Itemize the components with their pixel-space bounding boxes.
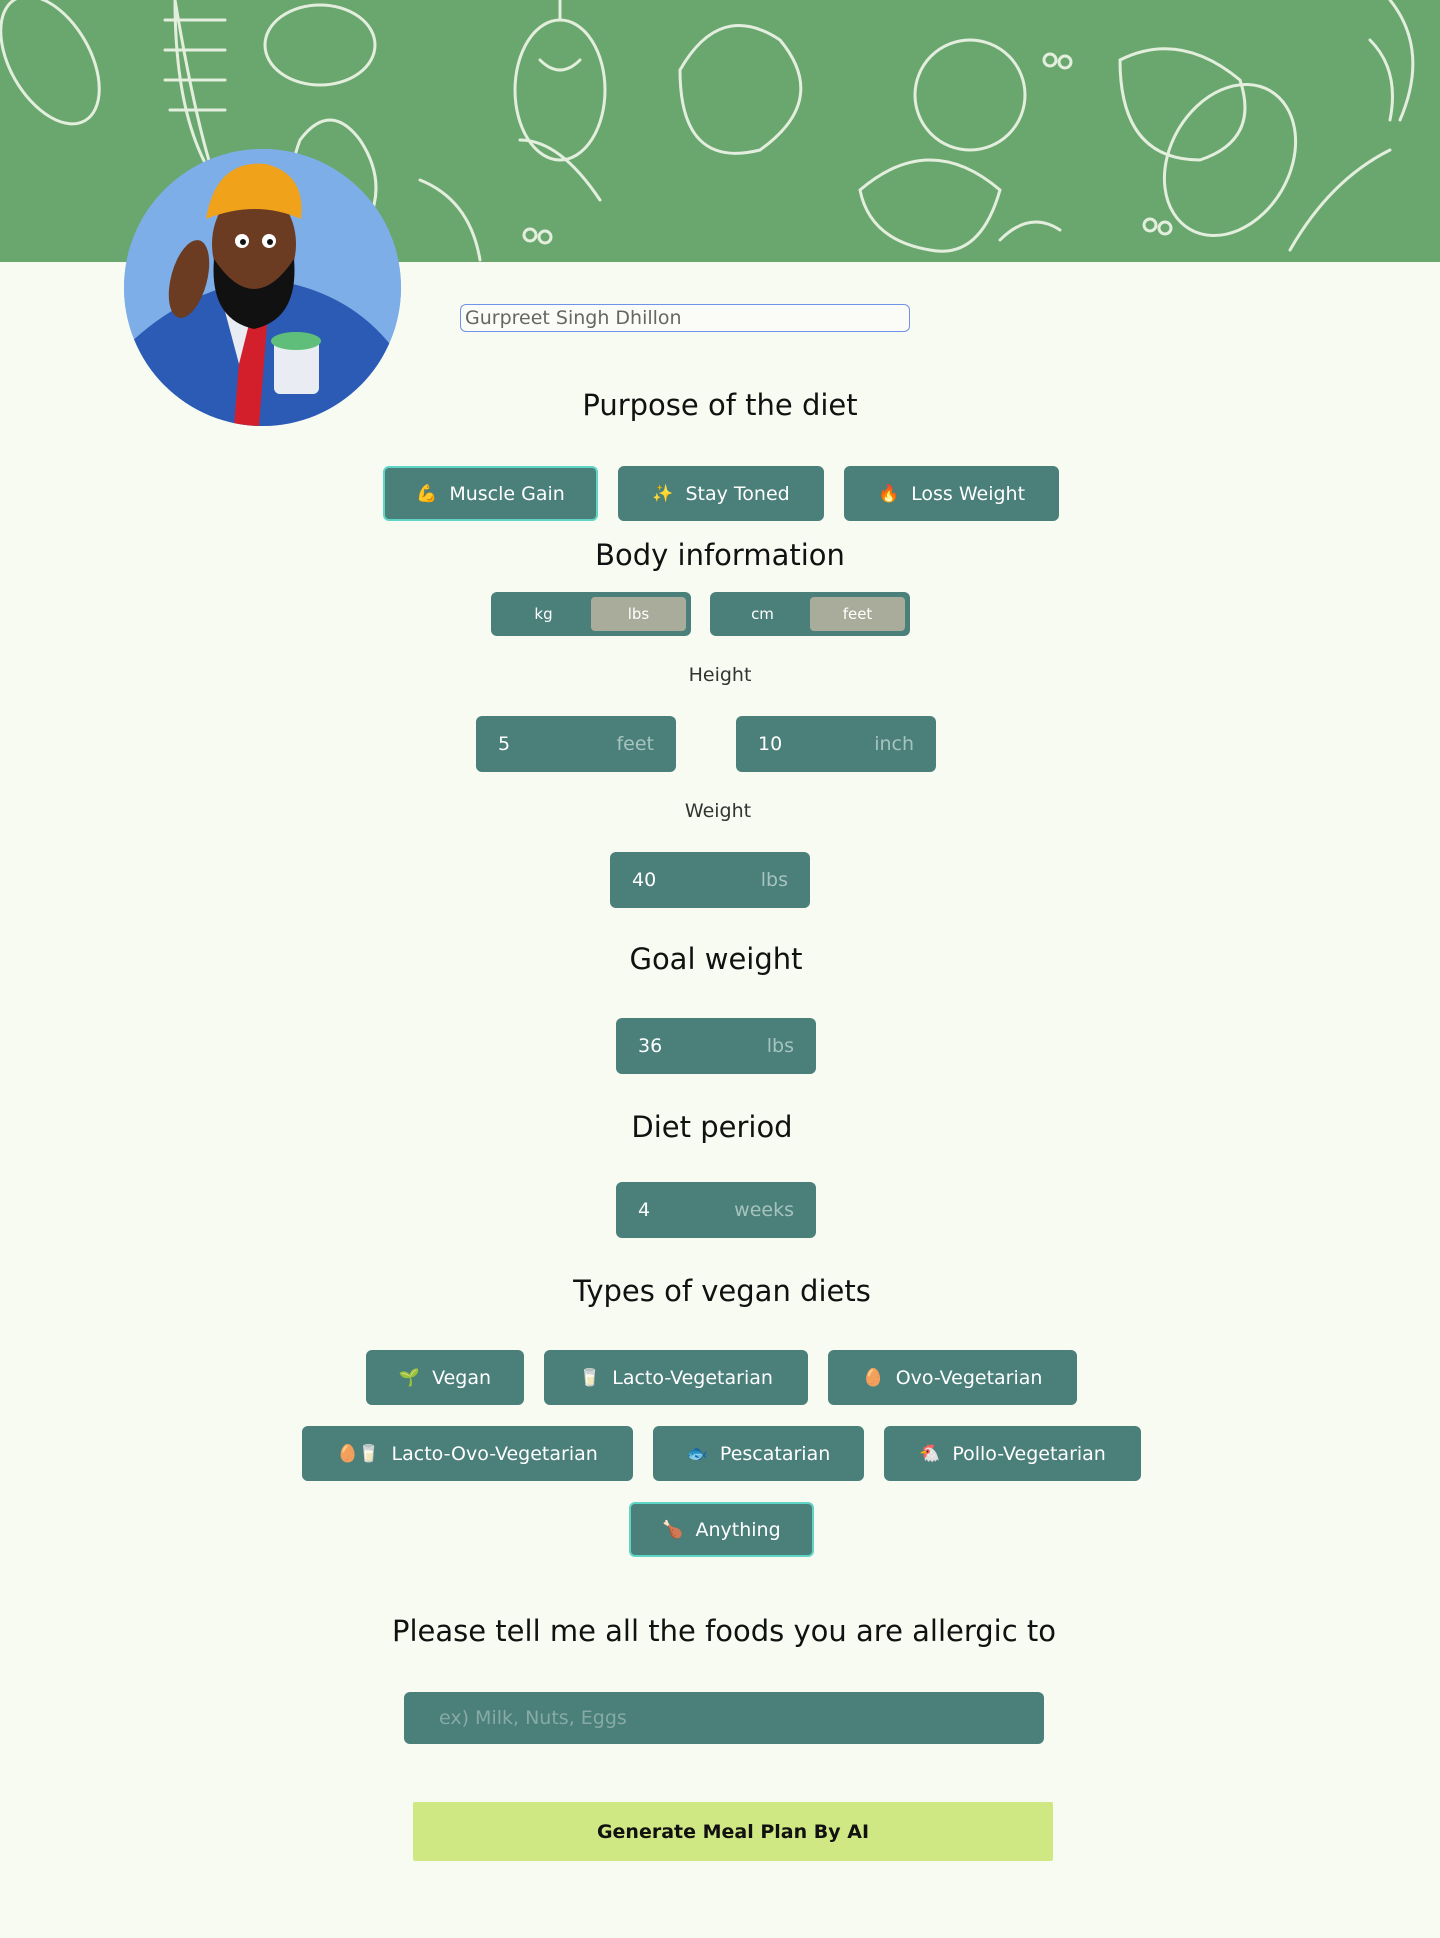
diet-option-label: Pollo-Vegetarian (952, 1442, 1106, 1465)
goal-weight-unit: lbs (766, 1035, 794, 1057)
avatar (124, 149, 401, 426)
avatar-illustration (124, 149, 401, 426)
diet-period-heading: Diet period (631, 1110, 793, 1144)
allergy-input[interactable] (404, 1692, 1044, 1744)
unit-lbs-option[interactable]: lbs (591, 597, 686, 631)
height-feet-unit: feet (616, 733, 654, 755)
chicken-icon: 🐔 (919, 1443, 941, 1464)
poultry-leg-icon: 🍗 (662, 1519, 684, 1540)
height-inch-field[interactable]: 10 inch (736, 716, 936, 772)
purpose-loss-weight-button[interactable]: 🔥 Loss Weight (844, 466, 1059, 521)
diet-pollo-vegetarian-button[interactable]: 🐔 Pollo-Vegetarian (884, 1426, 1141, 1481)
unit-cm-option[interactable]: cm (715, 597, 810, 631)
weight-value: 40 (632, 869, 657, 891)
diet-types-heading: Types of vegan diets (573, 1274, 871, 1308)
flexed-biceps-icon: 💪 (416, 483, 438, 504)
milk-icon: 🥛 (579, 1367, 601, 1388)
unit-kg-option[interactable]: kg (496, 597, 591, 631)
diet-vegan-button[interactable]: 🌱 Vegan (366, 1350, 524, 1405)
purpose-muscle-gain-button[interactable]: 💪 Muscle Gain (383, 466, 598, 521)
diet-period-unit: weeks (734, 1199, 794, 1221)
name-input[interactable] (460, 304, 910, 332)
weight-field[interactable]: 40 lbs (610, 852, 810, 908)
diet-option-label: Anything (695, 1518, 781, 1541)
height-label: Height (688, 664, 752, 686)
diet-anything-button[interactable]: 🍗 Anything (629, 1502, 814, 1557)
weight-label: Weight (684, 800, 752, 822)
height-unit-toggle: cm feet (710, 592, 910, 636)
goal-weight-heading: Goal weight (629, 942, 803, 976)
fire-icon: 🔥 (877, 483, 900, 504)
egg-milk-icon: 🥚🥛 (337, 1443, 380, 1464)
purpose-option-label: Muscle Gain (449, 482, 565, 505)
allergy-heading: Please tell me all the foods you are all… (391, 1614, 1057, 1648)
height-feet-value: 5 (498, 733, 511, 755)
diet-lacto-ovo-vegetarian-button[interactable]: 🥚🥛 Lacto-Ovo-Vegetarian (302, 1426, 633, 1481)
diet-option-label: Lacto-Vegetarian (612, 1366, 773, 1389)
sparkles-icon: ✨ (652, 483, 674, 504)
seedling-icon: 🌱 (398, 1367, 421, 1388)
purpose-heading: Purpose of the diet (582, 388, 858, 422)
goal-weight-field[interactable]: 36 lbs (616, 1018, 816, 1074)
diet-pescatarian-button[interactable]: 🐟 Pescatarian (653, 1426, 864, 1481)
purpose-option-label: Stay Toned (685, 482, 790, 505)
diet-option-label: Lacto-Ovo-Vegetarian (391, 1442, 598, 1465)
diet-option-label: Ovo-Vegetarian (895, 1366, 1043, 1389)
diet-period-field[interactable]: 4 weeks (616, 1182, 816, 1238)
fish-icon: 🐟 (686, 1443, 708, 1464)
purpose-stay-toned-button[interactable]: ✨ Stay Toned (618, 466, 824, 521)
height-inch-unit: inch (874, 733, 914, 755)
diet-option-label: Vegan (432, 1366, 492, 1389)
goal-weight-value: 36 (638, 1035, 663, 1057)
height-inch-value: 10 (758, 733, 783, 755)
height-feet-field[interactable]: 5 feet (476, 716, 676, 772)
weight-unit: lbs (760, 869, 788, 891)
purpose-option-label: Loss Weight (911, 482, 1026, 505)
diet-lacto-vegetarian-button[interactable]: 🥛 Lacto-Vegetarian (544, 1350, 808, 1405)
weight-unit-toggle: kg lbs (491, 592, 691, 636)
body-info-heading: Body information (595, 538, 845, 572)
diet-ovo-vegetarian-button[interactable]: 🥚 Ovo-Vegetarian (828, 1350, 1077, 1405)
unit-feet-option[interactable]: feet (810, 597, 905, 631)
generate-meal-plan-button[interactable]: Generate Meal Plan By AI (413, 1802, 1053, 1861)
egg-icon: 🥚 (862, 1367, 884, 1388)
diet-period-value: 4 (638, 1199, 651, 1221)
diet-option-label: Pescatarian (719, 1442, 831, 1465)
